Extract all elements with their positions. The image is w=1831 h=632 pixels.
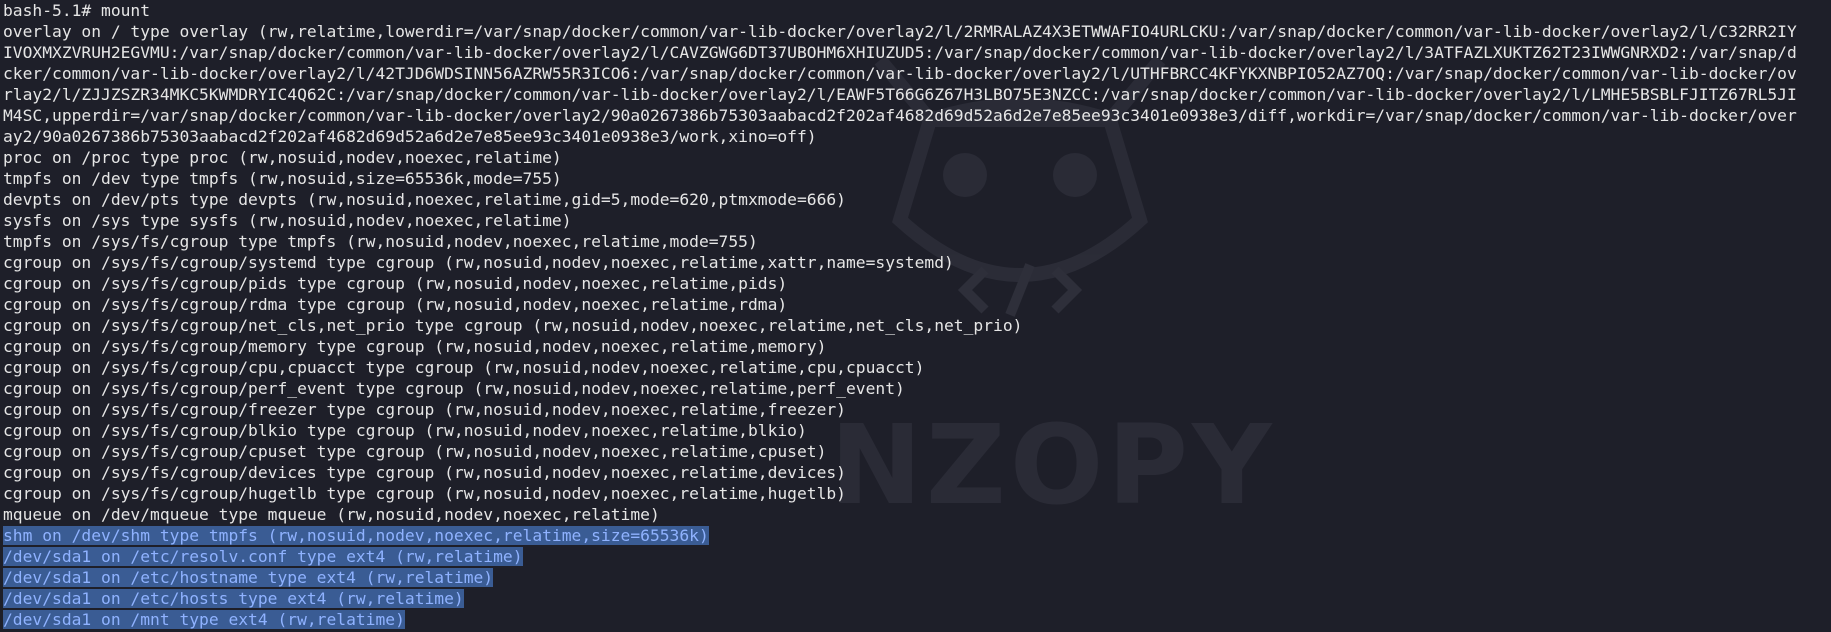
terminal-line: bash-5.1# mount [3, 1, 151, 20]
terminal-line: rlay2/l/ZJJZSZR34MKC5KWMDRYIC4Q62C:/var/… [3, 85, 1797, 104]
terminal-line: mqueue on /dev/mqueue type mqueue (rw,no… [3, 505, 660, 524]
terminal-window[interactable]: NZOPY bash-5.1# mount overlay on / type … [0, 0, 1831, 632]
terminal-line: sysfs on /sys type sysfs (rw,nosuid,node… [3, 211, 572, 230]
terminal-line: proc on /proc type proc (rw,nosuid,nodev… [3, 148, 562, 167]
terminal-line: cgroup on /sys/fs/cgroup/freezer type cg… [3, 400, 846, 419]
selected-line-text: shm on /dev/shm type tmpfs (rw,nosuid,no… [3, 526, 709, 545]
terminal-line: ay2/90a0267386b75303aabacd2f202af4682d69… [3, 127, 817, 146]
selected-line: /dev/sda1 on /etc/hosts type ext4 (rw,re… [3, 588, 1831, 609]
terminal-line: tmpfs on /dev type tmpfs (rw,nosuid,size… [3, 169, 562, 188]
terminal-line: cgroup on /sys/fs/cgroup/rdma type cgrou… [3, 295, 788, 314]
selected-line-text: /dev/sda1 on /etc/resolv.conf type ext4 … [3, 547, 523, 566]
terminal-line: devpts on /dev/pts type devpts (rw,nosui… [3, 190, 846, 209]
selected-line: shm on /dev/shm type tmpfs (rw,nosuid,no… [3, 525, 1831, 546]
terminal-line: cgroup on /sys/fs/cgroup/devices type cg… [3, 463, 846, 482]
terminal-line: tmpfs on /sys/fs/cgroup type tmpfs (rw,n… [3, 232, 758, 251]
terminal-line: cgroup on /sys/fs/cgroup/cpu,cpuacct typ… [3, 358, 925, 377]
selected-line-text: /dev/sda1 on /etc/hosts type ext4 (rw,re… [3, 589, 464, 608]
terminal-line: cgroup on /sys/fs/cgroup/blkio type cgro… [3, 421, 807, 440]
terminal-line: cgroup on /sys/fs/cgroup/memory type cgr… [3, 337, 827, 356]
terminal-line: M4SC,upperdir=/var/snap/docker/common/va… [3, 106, 1797, 125]
selected-line: /dev/sda1 on /etc/resolv.conf type ext4 … [3, 546, 1831, 567]
terminal-output[interactable]: bash-5.1# mount overlay on / type overla… [0, 0, 1831, 630]
selected-line-text: /dev/sda1 on /etc/hostname type ext4 (rw… [3, 568, 494, 587]
selected-line: /dev/sda1 on /mnt type ext4 (rw,relatime… [3, 609, 1831, 630]
terminal-line: cgroup on /sys/fs/cgroup/cpuset type cgr… [3, 442, 827, 461]
terminal-line: cgroup on /sys/fs/cgroup/pids type cgrou… [3, 274, 788, 293]
selected-line-text: /dev/sda1 on /mnt type ext4 (rw,relatime… [3, 610, 405, 629]
terminal-line: cker/common/var-lib-docker/overlay2/l/42… [3, 64, 1797, 83]
terminal-line: cgroup on /sys/fs/cgroup/perf_event type… [3, 379, 905, 398]
terminal-line: cgroup on /sys/fs/cgroup/systemd type cg… [3, 253, 954, 272]
terminal-line: cgroup on /sys/fs/cgroup/hugetlb type cg… [3, 484, 846, 503]
terminal-line: overlay on / type overlay (rw,relatime,l… [3, 22, 1797, 41]
selected-line: /dev/sda1 on /etc/hostname type ext4 (rw… [3, 567, 1831, 588]
terminal-line: IVOXMXZVRUH2EGVMU:/var/snap/docker/commo… [3, 43, 1797, 62]
terminal-line: cgroup on /sys/fs/cgroup/net_cls,net_pri… [3, 316, 1023, 335]
